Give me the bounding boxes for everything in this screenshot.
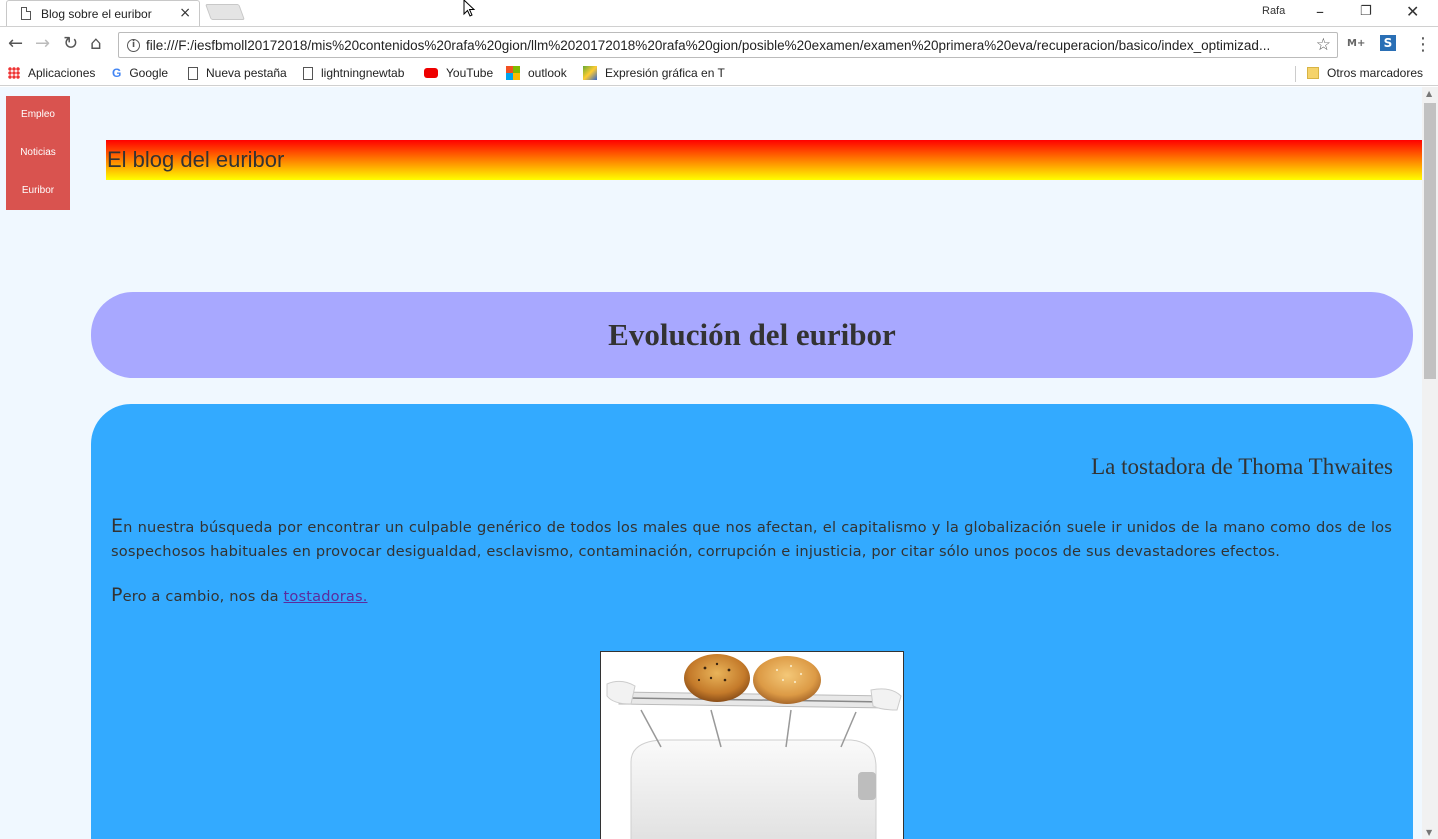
folder-icon <box>1307 67 1319 79</box>
browser-tab[interactable]: Blog sobre el euribor × <box>6 0 200 26</box>
bookmark-youtube[interactable]: YouTube <box>424 66 493 80</box>
nav-link-empleo[interactable]: Empleo <box>6 96 70 134</box>
bookmark-label: lightningnewtab <box>321 66 405 80</box>
new-tab-button[interactable] <box>205 4 245 20</box>
restore-icon[interactable]: ❐ <box>1360 4 1372 19</box>
article-subtitle: La tostadora de Thoma Thwaites <box>1091 454 1393 479</box>
scroll-thumb[interactable] <box>1424 103 1436 379</box>
page-title: Evolución del euribor <box>608 317 896 352</box>
page-viewport: Empleo Noticias Euribor El blog del euri… <box>0 87 1422 839</box>
toasters-link[interactable]: tostadoras. <box>284 588 368 605</box>
menu-icon[interactable]: ⋮ <box>1414 34 1432 55</box>
bookmark-apps[interactable]: Aplicaciones <box>8 66 95 80</box>
bookmark-divider <box>1295 66 1296 82</box>
document-icon <box>303 66 313 80</box>
document-icon <box>21 7 31 20</box>
drop-cap: P <box>111 584 123 606</box>
vertical-scrollbar[interactable]: ▲ ▼ <box>1422 87 1438 839</box>
bookmark-expresion[interactable]: Expresión gráfica en T <box>583 66 725 80</box>
site-header: El blog del euribor <box>106 140 1422 180</box>
bookmark-label: Expresión gráfica en T <box>605 66 725 80</box>
image-icon <box>583 66 597 80</box>
bookmark-google[interactable]: G Google <box>112 66 168 80</box>
bookmark-outlook[interactable]: outlook <box>506 66 567 80</box>
bookmark-label: Nueva pestaña <box>206 66 287 80</box>
article-section: La tostadora de Thoma Thwaites En nuestr… <box>91 404 1413 839</box>
scroll-down-icon[interactable]: ▼ <box>1426 828 1432 837</box>
back-arrow-icon[interactable]: ← <box>8 35 23 53</box>
tab-strip: Blog sobre el euribor × Rafa – ❐ ✕ <box>0 0 1438 26</box>
profile-name[interactable]: Rafa <box>1262 5 1285 17</box>
drop-cap: E <box>111 515 124 537</box>
toaster-illustration <box>606 654 902 839</box>
article-paragraph: Pero a cambio, nos da tostadoras. <box>111 583 1392 609</box>
nav-link-euribor[interactable]: Euribor <box>6 172 70 210</box>
bookmark-label: Google <box>129 66 169 80</box>
document-icon <box>188 66 198 80</box>
google-icon: G <box>112 66 122 80</box>
scroll-up-icon[interactable]: ▲ <box>1426 89 1432 98</box>
home-icon[interactable]: ⌂ <box>90 35 101 53</box>
bookmark-label: Otros marcadores <box>1327 66 1424 80</box>
site-title: El blog del euribor <box>107 147 285 172</box>
info-icon[interactable]: i <box>127 38 140 52</box>
close-window-icon[interactable]: ✕ <box>1406 2 1419 21</box>
url-text[interactable]: file:///F:/iesfbmoll20172018/mis%20conte… <box>146 38 1306 53</box>
forward-arrow-icon[interactable]: → <box>35 35 50 53</box>
article-paragraph: En nuestra búsqueda por encontrar un cul… <box>111 514 1392 564</box>
bookmark-label: YouTube <box>446 66 494 80</box>
tab-title: Blog sobre el euribor <box>41 6 152 21</box>
page-heading-box: Evolución del euribor <box>91 292 1413 378</box>
bookmark-star-icon[interactable]: ☆ <box>1316 35 1331 55</box>
bookmark-new-tab[interactable]: Nueva pestaña <box>188 66 287 80</box>
paragraph-text: n nuestra búsqueda por encontrar un culp… <box>111 519 1392 560</box>
minimize-icon[interactable]: – <box>1316 2 1324 21</box>
address-bar[interactable]: i file:///F:/iesfbmoll20172018/mis%20con… <box>118 32 1338 58</box>
tab-close-icon[interactable]: × <box>179 6 191 20</box>
bookmark-label: Aplicaciones <box>28 66 96 80</box>
bookmark-lightningnewtab[interactable]: lightningnewtab <box>303 66 404 80</box>
mouse-cursor-icon <box>463 0 476 17</box>
paragraph-text: ero a cambio, nos da <box>122 588 284 605</box>
bookmark-label: outlook <box>528 66 567 80</box>
toaster-image <box>600 651 904 839</box>
side-nav: Empleo Noticias Euribor <box>6 96 70 210</box>
reload-icon[interactable]: ↻ <box>63 35 78 53</box>
browser-toolbar: ← → ↻ ⌂ i file:///F:/iesfbmoll20172018/m… <box>0 26 1438 62</box>
extension-s-icon[interactable]: S <box>1380 35 1396 51</box>
youtube-icon <box>424 68 438 78</box>
extension-icon[interactable]: M+ <box>1347 38 1365 49</box>
bookmark-other[interactable]: Otros marcadores <box>1307 66 1423 80</box>
microsoft-icon <box>506 66 520 80</box>
bookmarks-bar: Aplicaciones G Google Nueva pestaña ligh… <box>0 62 1438 86</box>
apps-grid-icon <box>8 67 20 79</box>
nav-link-noticias[interactable]: Noticias <box>6 134 70 172</box>
